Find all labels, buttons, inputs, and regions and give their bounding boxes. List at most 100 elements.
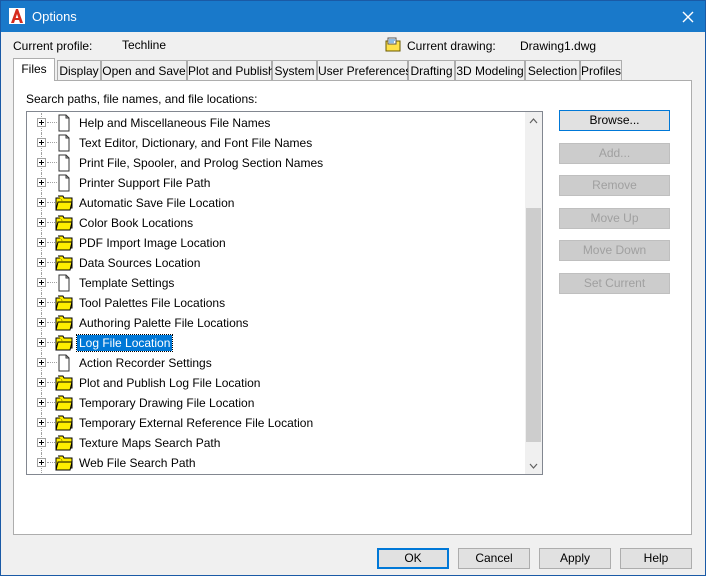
expand-icon[interactable]	[37, 378, 46, 387]
tree-item-label[interactable]: Temporary Drawing File Location	[77, 396, 256, 410]
folder-icon	[55, 194, 73, 212]
file-locations-tree[interactable]: Help and Miscellaneous File Names Text Ed…	[26, 111, 543, 475]
tab-open-and-save[interactable]: Open and Save	[101, 60, 187, 80]
expand-icon[interactable]	[37, 178, 46, 187]
tab-3d-modeling[interactable]: 3D Modeling	[455, 60, 525, 80]
expand-icon[interactable]	[37, 118, 46, 127]
tab-profiles[interactable]: Profiles	[580, 60, 622, 80]
tree-item[interactable]: Color Book Locations	[27, 213, 523, 233]
tree-item[interactable]: Printer Support File Path	[27, 173, 523, 193]
tree-item[interactable]: Data Sources Location	[27, 253, 523, 273]
scroll-thumb[interactable]	[526, 208, 541, 442]
tree-item-label[interactable]: Temporary External Reference File Locati…	[77, 416, 315, 430]
current-drawing-label: Current drawing:	[407, 39, 496, 53]
tab-selection[interactable]: Selection	[525, 60, 580, 80]
folder-icon	[55, 434, 73, 452]
scroll-up-button[interactable]	[525, 112, 542, 129]
folder-icon	[55, 394, 73, 412]
tab-files[interactable]: Files	[13, 58, 55, 81]
tab-user-preferences[interactable]: User Preferences	[317, 60, 411, 80]
tree-item-label[interactable]: Data Sources Location	[77, 256, 202, 270]
tree-item-label[interactable]: Printer Support File Path	[77, 176, 212, 190]
tree-item[interactable]: Print File, Spooler, and Prolog Section …	[27, 153, 523, 173]
ok-button[interactable]: OK	[377, 548, 449, 569]
close-button[interactable]	[671, 1, 705, 32]
scroll-down-button[interactable]	[525, 457, 542, 474]
tree-scrollbar[interactable]	[525, 112, 542, 474]
tree-item[interactable]: Action Recorder Settings	[27, 353, 523, 373]
current-profile-label: Current profile:	[13, 39, 93, 53]
cancel-button[interactable]: Cancel	[458, 548, 530, 569]
expand-icon[interactable]	[37, 258, 46, 267]
tab-system[interactable]: System	[272, 60, 317, 80]
tree-item-label[interactable]: Authoring Palette File Locations	[77, 316, 250, 330]
folder-icon	[55, 454, 73, 472]
document-icon	[55, 154, 73, 172]
move-down-button[interactable]: Move Down	[559, 240, 670, 261]
folder-icon	[55, 314, 73, 332]
document-icon	[55, 174, 73, 192]
expand-icon[interactable]	[37, 138, 46, 147]
expand-icon[interactable]	[37, 358, 46, 367]
tree-item[interactable]: Automatic Save File Location	[27, 193, 523, 213]
expand-icon[interactable]	[37, 198, 46, 207]
tree-item[interactable]: Plot and Publish Log File Location	[27, 373, 523, 393]
options-dialog: Options Current profile: Techline Curren…	[0, 0, 706, 576]
close-icon	[682, 11, 694, 22]
expand-icon[interactable]	[37, 438, 46, 447]
tree-item[interactable]: Web File Search Path	[27, 453, 523, 473]
help-button[interactable]: Help	[620, 548, 692, 569]
folder-icon	[55, 234, 73, 252]
folder-icon	[55, 214, 73, 232]
expand-icon[interactable]	[37, 218, 46, 227]
folder-icon	[55, 414, 73, 432]
expand-icon[interactable]	[37, 458, 46, 467]
tree-item-label[interactable]: Automatic Save File Location	[77, 196, 236, 210]
tree-item-label[interactable]: PDF Import Image Location	[77, 236, 228, 250]
tree-item-label[interactable]: Print File, Spooler, and Prolog Section …	[77, 156, 325, 170]
tree-item[interactable]: PDF Import Image Location	[27, 233, 523, 253]
tree-item[interactable]: Authoring Palette File Locations	[27, 313, 523, 333]
move-up-button[interactable]: Move Up	[559, 208, 670, 229]
expand-icon[interactable]	[37, 278, 46, 287]
tree-item[interactable]: Help and Miscellaneous File Names	[27, 113, 523, 133]
current-profile-value: Techline	[122, 38, 167, 52]
tree-item[interactable]: Temporary Drawing File Location	[27, 393, 523, 413]
tree-item-label[interactable]: Web File Search Path	[77, 456, 198, 470]
tree-item-label[interactable]: Tool Palettes File Locations	[77, 296, 227, 310]
tab-plot-and-publish[interactable]: Plot and Publish	[187, 60, 275, 80]
expand-icon[interactable]	[37, 238, 46, 247]
tab-display[interactable]: Display	[57, 60, 101, 80]
remove-button[interactable]: Remove	[559, 175, 670, 196]
tree-item-label[interactable]: Help and Miscellaneous File Names	[77, 116, 272, 130]
tree-item-label[interactable]: Action Recorder Settings	[77, 356, 214, 370]
tree-item-label[interactable]: Template Settings	[77, 276, 176, 290]
window-title: Options	[32, 9, 77, 24]
tree-item-label[interactable]: Texture Maps Search Path	[77, 436, 222, 450]
apply-button[interactable]: Apply	[539, 548, 611, 569]
tree-item[interactable]: Template Settings	[27, 273, 523, 293]
set-current-button[interactable]: Set Current	[559, 273, 670, 294]
expand-icon[interactable]	[37, 338, 46, 347]
drawing-icon	[385, 37, 402, 52]
tab-drafting[interactable]: Drafting	[408, 60, 455, 80]
tree-item[interactable]: Log File Location	[27, 333, 523, 353]
expand-icon[interactable]	[37, 158, 46, 167]
expand-icon[interactable]	[37, 318, 46, 327]
tree-item-label[interactable]: Color Book Locations	[77, 216, 195, 230]
document-icon	[55, 274, 73, 292]
add-button[interactable]: Add...	[559, 143, 670, 164]
expand-icon[interactable]	[37, 418, 46, 427]
tree-item-label[interactable]: Plot and Publish Log File Location	[77, 376, 262, 390]
current-drawing-value: Drawing1.dwg	[520, 39, 597, 53]
expand-icon[interactable]	[37, 298, 46, 307]
browse-button[interactable]: Browse...	[559, 110, 670, 131]
tree-item[interactable]: Tool Palettes File Locations	[27, 293, 523, 313]
tree-item-label[interactable]: Text Editor, Dictionary, and Font File N…	[77, 136, 314, 150]
title-bar: Options	[1, 1, 705, 32]
tree-item[interactable]: Temporary External Reference File Locati…	[27, 413, 523, 433]
expand-icon[interactable]	[37, 398, 46, 407]
tree-item[interactable]: Text Editor, Dictionary, and Font File N…	[27, 133, 523, 153]
tree-item[interactable]: Texture Maps Search Path	[27, 433, 523, 453]
tree-item-label[interactable]: Log File Location	[75, 334, 174, 352]
